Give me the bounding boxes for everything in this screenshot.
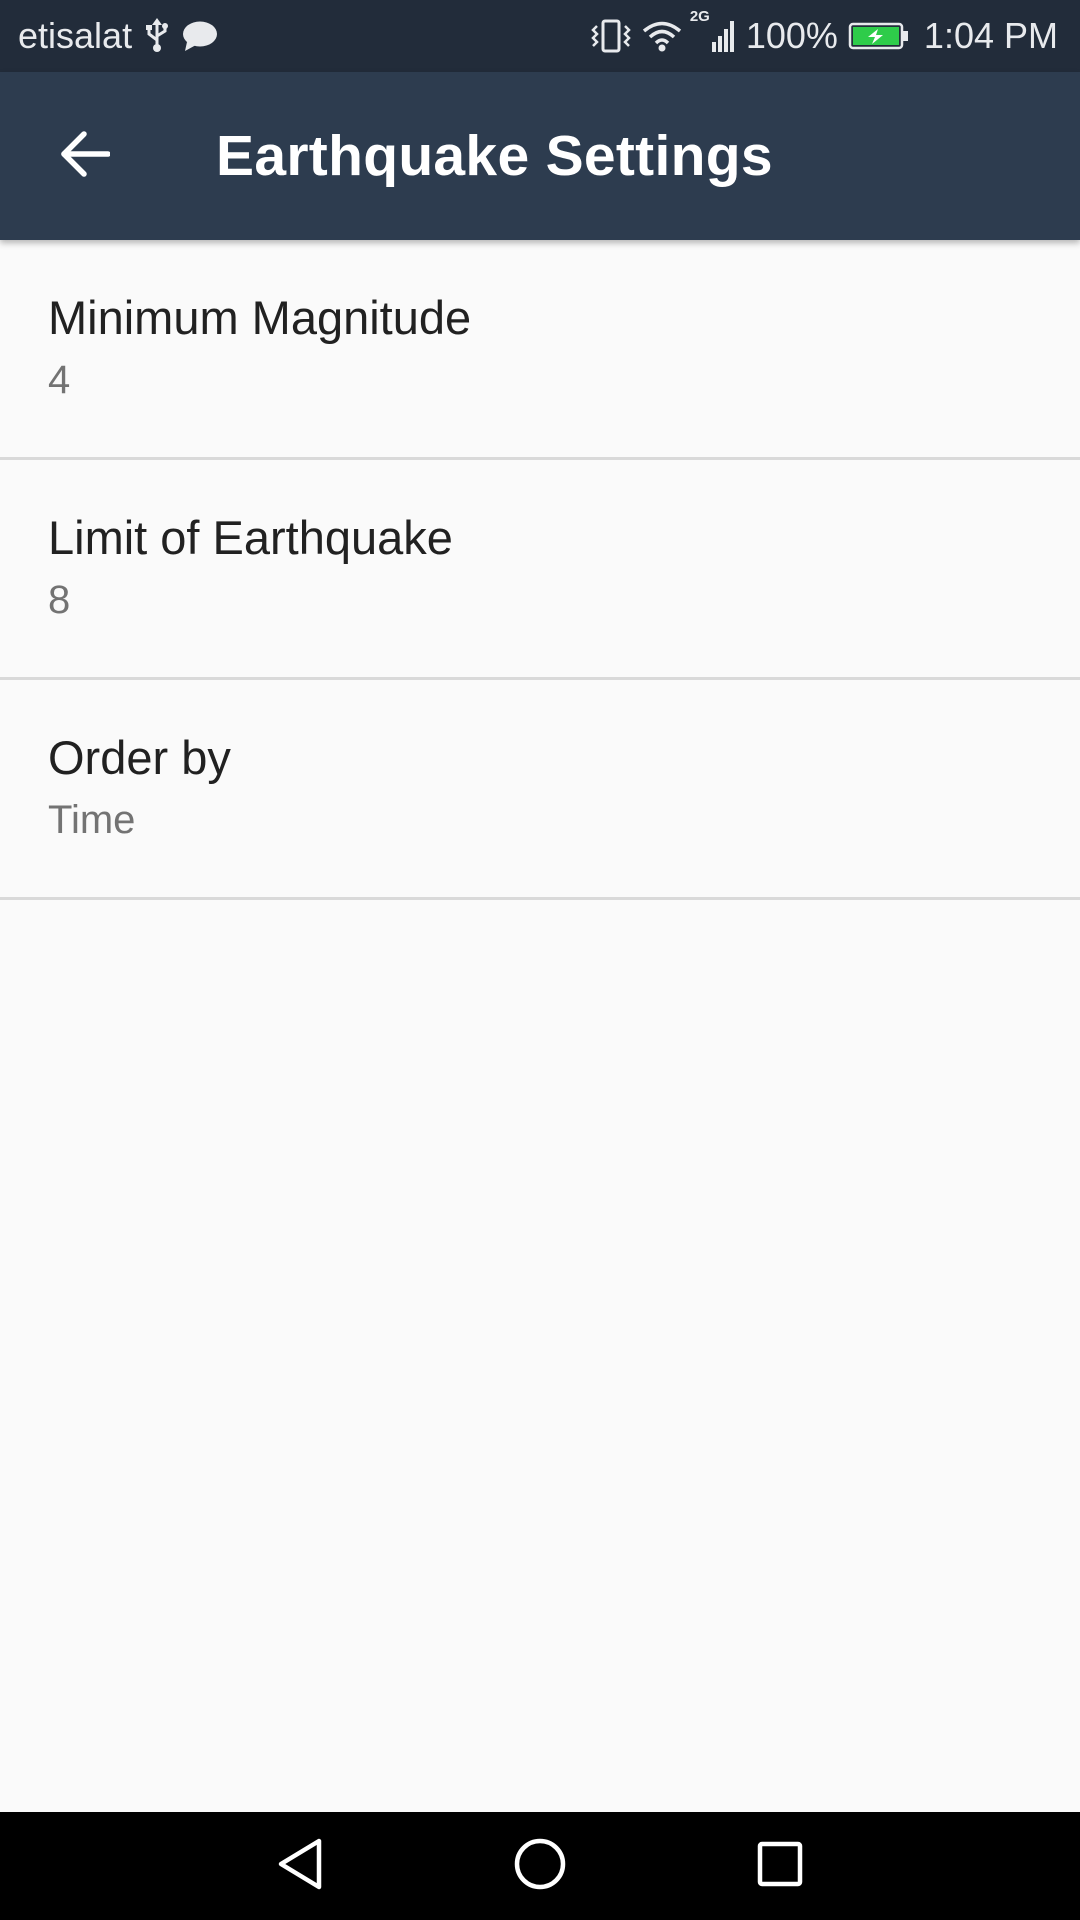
pref-order-by[interactable]: Order by Time bbox=[0, 680, 1080, 900]
pref-title: Minimum Magnitude bbox=[48, 291, 472, 344]
arrow-back-icon bbox=[58, 130, 111, 183]
signal-icon: 2G bbox=[690, 8, 736, 54]
message-icon bbox=[182, 20, 218, 52]
pref-minimum-magnitude[interactable]: Minimum Magnitude 4 bbox=[0, 240, 1080, 460]
battery-charging-icon bbox=[848, 21, 910, 51]
usb-icon bbox=[144, 18, 170, 54]
app-bar: Earthquake Settings bbox=[0, 72, 1080, 240]
nav-recents-button[interactable] bbox=[740, 1826, 820, 1906]
pref-summary: 4 bbox=[48, 358, 71, 402]
nav-back-button[interactable] bbox=[260, 1826, 340, 1906]
network-type: 2G bbox=[689, 8, 710, 25]
clock: 1:04 PM bbox=[923, 15, 1058, 56]
home-circle-icon bbox=[513, 1837, 567, 1896]
status-left: etisalat bbox=[18, 15, 218, 57]
recents-square-icon bbox=[756, 1840, 804, 1893]
pref-summary: Time bbox=[48, 798, 136, 842]
page-title: Earthquake Settings bbox=[216, 124, 773, 188]
nav-home-button[interactable] bbox=[500, 1826, 580, 1906]
pref-summary: 8 bbox=[48, 578, 71, 622]
wifi-icon bbox=[642, 20, 682, 52]
settings-list: Minimum Magnitude 4 Limit of Earthquake … bbox=[0, 240, 1080, 900]
vibrate-icon bbox=[590, 18, 632, 54]
back-button[interactable] bbox=[38, 110, 130, 202]
pref-title: Limit of Earthquake bbox=[48, 511, 453, 564]
navigation-bar bbox=[0, 1812, 1080, 1920]
back-triangle-icon bbox=[275, 1837, 325, 1896]
carrier-name: etisalat bbox=[18, 15, 133, 56]
status-bar: etisalat 2G 100% 1:04 PM bbox=[0, 0, 1080, 72]
battery-percent: 100% bbox=[745, 15, 838, 56]
pref-title: Order by bbox=[48, 731, 231, 784]
pref-limit-of-earthquake[interactable]: Limit of Earthquake 8 bbox=[0, 460, 1080, 680]
status-right: 2G 100% 1:04 PM bbox=[590, 8, 1058, 57]
